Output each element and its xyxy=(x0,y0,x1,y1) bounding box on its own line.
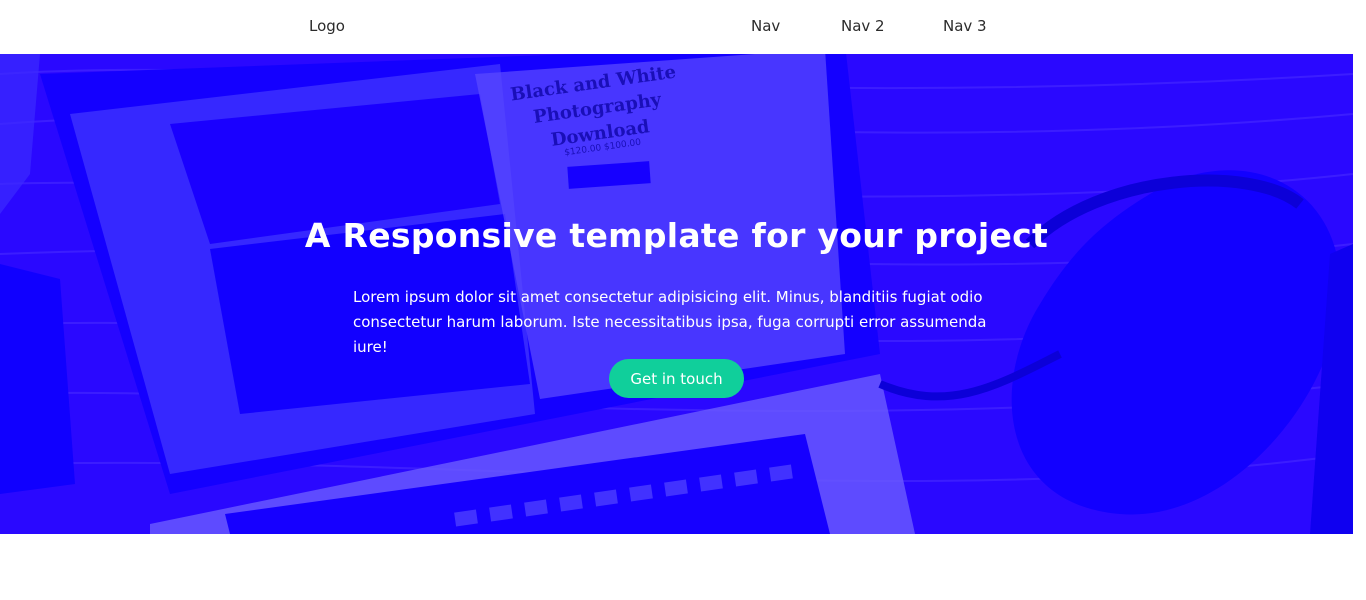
nav-link-1[interactable]: Nav xyxy=(751,17,780,35)
logo-link[interactable]: Logo xyxy=(309,17,345,35)
top-navbar: Logo Nav Nav 2 Nav 3 xyxy=(0,0,1353,54)
hero-section: Black and White Photography Download $12… xyxy=(0,54,1353,534)
get-in-touch-button[interactable]: Get in touch xyxy=(609,359,744,398)
page-scrollbar-gutter[interactable] xyxy=(1353,0,1366,600)
nav-link-3[interactable]: Nav 3 xyxy=(943,17,987,35)
nav-link-2[interactable]: Nav 2 xyxy=(841,17,885,35)
hero-description: Lorem ipsum dolor sit amet consectetur a… xyxy=(353,288,987,356)
hero-title: A Responsive template for your project xyxy=(304,216,1049,256)
